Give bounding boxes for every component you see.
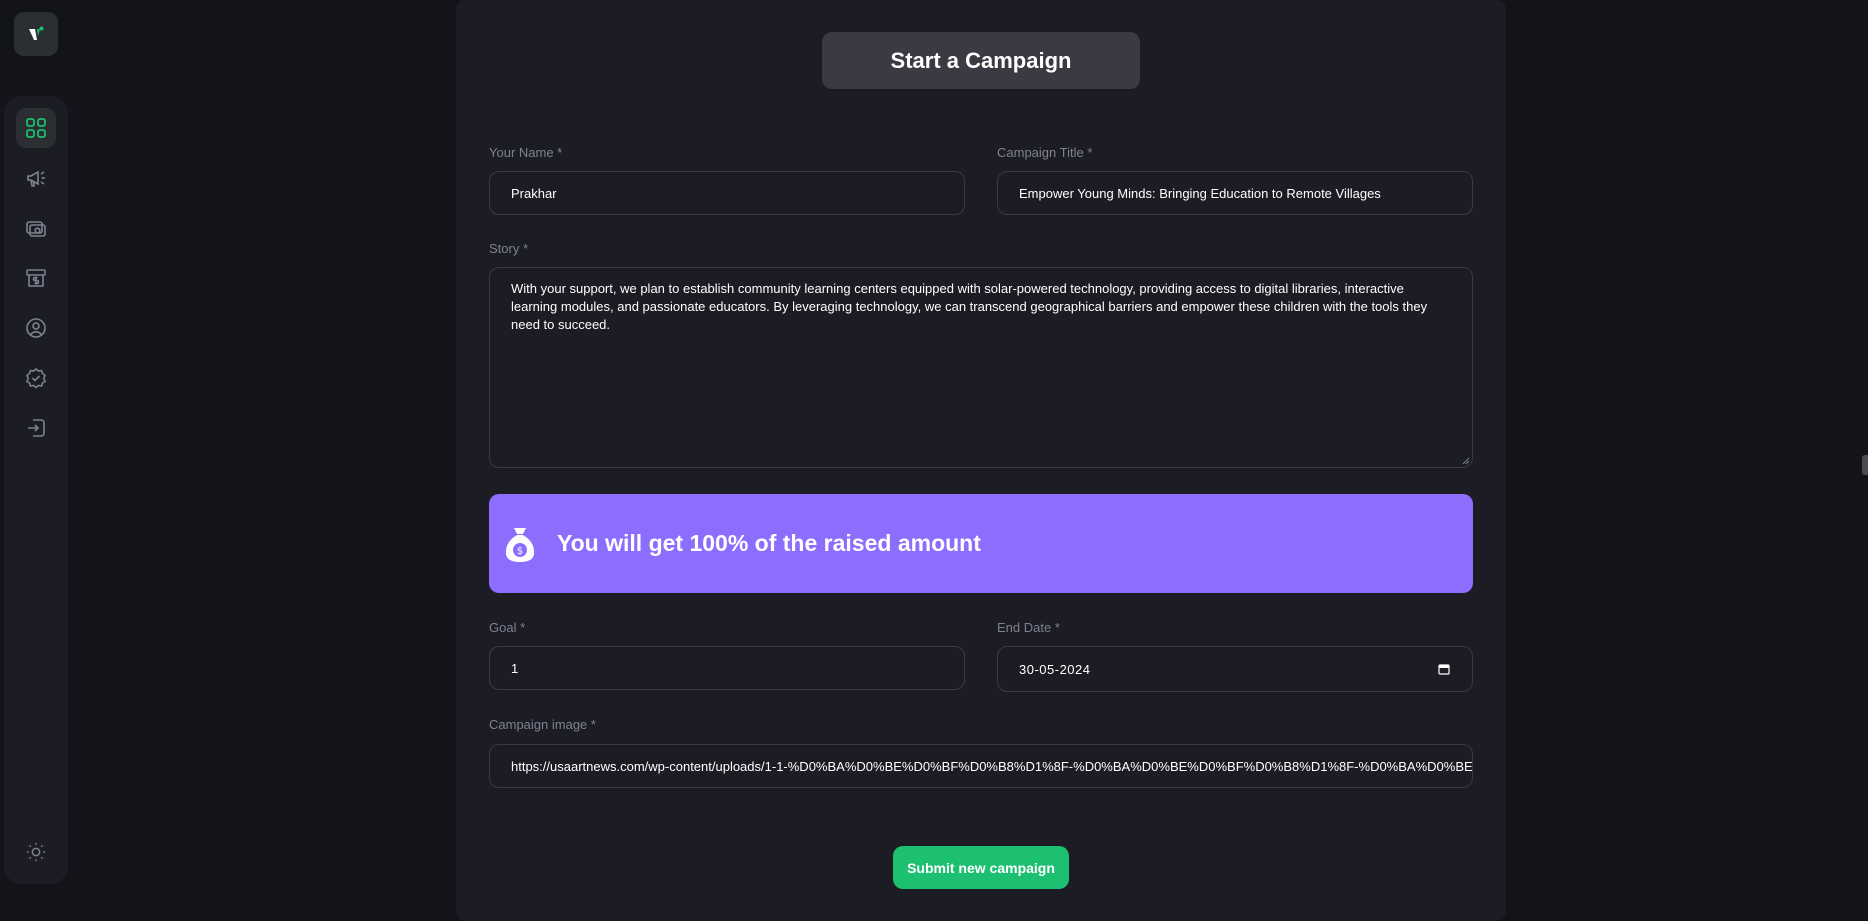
story-label: Story * xyxy=(489,241,529,256)
end-date-label: End Date * xyxy=(997,620,1060,635)
sun-icon xyxy=(26,842,46,862)
story-textarea[interactable]: With your support, we plan to establish … xyxy=(489,267,1473,468)
user-icon xyxy=(26,318,46,338)
logo[interactable] xyxy=(14,12,58,56)
end-date-value: 30-05-2024 xyxy=(1019,661,1091,677)
calendar-icon[interactable] xyxy=(1438,663,1450,675)
money-bag-icon: $ xyxy=(505,527,535,562)
svg-text:$: $ xyxy=(517,546,523,557)
name-input[interactable]: Prakhar xyxy=(489,171,965,215)
grid-icon xyxy=(26,118,46,138)
page-title: Start a Campaign xyxy=(822,32,1140,89)
page-scrollbar[interactable] xyxy=(1862,455,1868,475)
badge-check-icon xyxy=(26,367,46,389)
sidebar-item-payment[interactable] xyxy=(16,208,56,248)
sidebar-item-campaign[interactable] xyxy=(16,158,56,198)
resize-handle-icon[interactable] xyxy=(1460,455,1470,465)
sidebar-item-logout[interactable] xyxy=(16,408,56,448)
logo-icon xyxy=(29,26,44,40)
goal-input[interactable]: 1 xyxy=(489,646,965,690)
campaign-form-panel: Start a Campaign Your Name * Prakhar Cam… xyxy=(456,0,1506,921)
theme-toggle-button[interactable] xyxy=(16,832,56,872)
name-label: Your Name * xyxy=(489,145,563,160)
sidebar xyxy=(4,96,68,884)
info-banner: $ You will get 100% of the raised amount xyxy=(489,494,1473,593)
megaphone-icon xyxy=(27,170,45,187)
campaign-image-label: Campaign image * xyxy=(489,717,596,732)
end-date-input[interactable]: 30-05-2024 xyxy=(997,646,1473,692)
sidebar-item-dashboard[interactable] xyxy=(16,108,56,148)
campaign-image-input[interactable]: https://usaartnews.com/wp-content/upload… xyxy=(489,744,1473,788)
campaign-title-input[interactable]: Empower Young Minds: Bringing Education … xyxy=(997,171,1473,215)
banner-text: You will get 100% of the raised amount xyxy=(557,530,981,556)
campaign-title-label: Campaign Title * xyxy=(997,145,1093,160)
submit-campaign-button[interactable]: Submit new campaign xyxy=(893,846,1069,889)
story-text: With your support, we plan to establish … xyxy=(511,281,1428,332)
withdraw-icon xyxy=(26,269,46,287)
logout-icon xyxy=(28,419,45,437)
sidebar-item-profile[interactable] xyxy=(16,308,56,348)
sidebar-item-withdraw[interactable] xyxy=(16,258,56,298)
goal-label: Goal * xyxy=(489,620,526,635)
sidebar-item-verified[interactable] xyxy=(16,358,56,398)
payment-icon xyxy=(26,221,46,237)
